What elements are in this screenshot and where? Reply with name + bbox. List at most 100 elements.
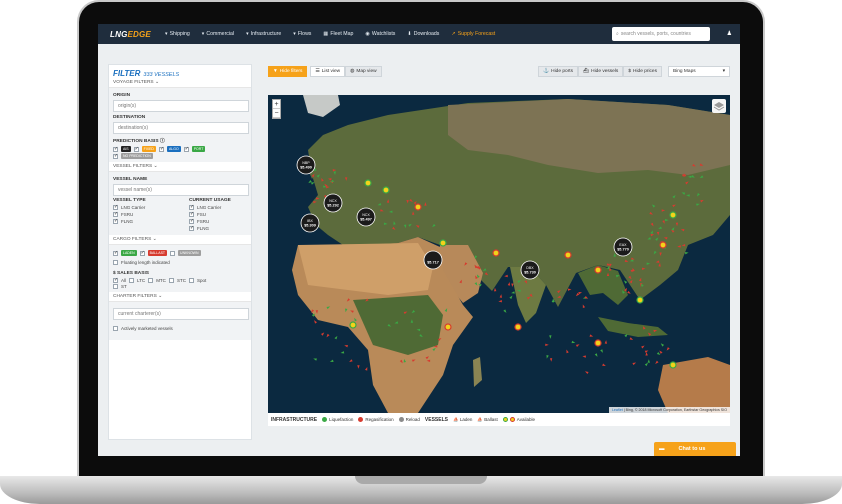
voyage-filters-group: ORIGIN origin(s) DESTINATION destination… [109, 88, 251, 162]
nav-watchlists[interactable]: ◉ Watchlists [365, 31, 395, 37]
vessel-count: 333 VESSELS [143, 72, 180, 78]
price-bubble: $5.717 [423, 250, 443, 270]
nav-infrastructure[interactable]: ▾ Infrastructure [246, 31, 281, 37]
cargo-laden-checkbox[interactable] [113, 250, 118, 256]
usage-fsu[interactable]: FSU [189, 211, 247, 217]
tag-fixed: FIXED [141, 146, 156, 152]
map-source-select[interactable]: Bing Maps ▾ [668, 65, 730, 77]
vessel-marker [493, 287, 497, 292]
prediction-ais-checkbox[interactable] [113, 146, 118, 152]
vessel-marker [509, 295, 513, 300]
checkbox[interactable] [113, 211, 118, 217]
usage-flng[interactable]: FLNG [189, 225, 247, 231]
vessel-name-input[interactable]: vessel name(s) [113, 184, 249, 196]
vessel-marker [503, 309, 507, 313]
vessel-marker [498, 300, 502, 303]
checkbox[interactable] [189, 218, 194, 224]
hide-ports-button[interactable]: ⚓ Hide ports [538, 65, 579, 77]
sales-all-checkbox[interactable] [113, 277, 118, 283]
floating-length-row[interactable]: Floating length indicated [113, 260, 247, 265]
price-bubble-value: $5.717 [427, 261, 439, 265]
tag-ballast: BALLAST [147, 250, 168, 256]
hide-filters-button[interactable]: ▼ Hide filters [268, 65, 308, 77]
vessel-marker [340, 351, 345, 354]
legend-ballast: ⛵ Ballast [477, 416, 498, 422]
vessel-marker [582, 304, 586, 309]
nav-commercial[interactable]: ▾ Commercial [202, 31, 234, 37]
tag-algo: ALGO [166, 146, 181, 152]
sales-stc-checkbox[interactable] [168, 278, 174, 283]
cargo-filters-toggle[interactable]: CARGO FILTERS ⌄ [109, 235, 251, 245]
nav-downloads[interactable]: ⬇ Downloads [407, 31, 439, 37]
zoom-out-button[interactable]: − [273, 109, 280, 118]
fleet-map[interactable]: NBP $5.490 NCX $5.292 NCX $5.497 IBX $5.309 $5.7… [268, 95, 730, 413]
brand-logo[interactable]: LNGEDGE [110, 30, 151, 39]
charterer-input[interactable]: current charterer(s) [113, 308, 249, 320]
prediction-none-checkbox[interactable] [113, 153, 118, 159]
list-view-button[interactable]: ☰ List view [310, 65, 346, 77]
vessel-marker [578, 292, 583, 295]
sales-ltc-checkbox[interactable] [129, 278, 135, 283]
vessel-marker [499, 294, 503, 298]
actively-marketed-row[interactable]: Actively marketed vessels [113, 326, 247, 331]
vessel-marker [326, 333, 330, 338]
port-marker [669, 211, 677, 219]
vessel-filters-toggle[interactable]: VESSEL FILTERS ⌄ [109, 162, 251, 172]
leaflet-link[interactable]: Leaflet [612, 408, 623, 412]
map-canvas: NBP$5.490NCX$5.292NCX$5.497IBX$5.309$5.7… [292, 95, 730, 413]
nav-fleet-map[interactable]: ▦ Fleet Map [323, 31, 353, 37]
cargo-unknown-checkbox[interactable] [170, 250, 176, 256]
legend-liquefaction: Liquefaction [322, 417, 353, 423]
cargo-ballast-checkbox[interactable] [139, 250, 145, 256]
map-view-button[interactable]: ◍ Map view [345, 65, 382, 77]
checkbox[interactable] [113, 218, 118, 224]
tag-port: PORT [191, 146, 206, 152]
checkbox[interactable] [189, 211, 194, 217]
search-input[interactable]: ⌕ search vessels, ports, countries [612, 27, 710, 41]
nav-supply-forecast[interactable]: ↗ Supply Forecast [451, 31, 495, 37]
vessel-marker [604, 340, 608, 344]
view-toggle: ☰ List view ◍ Map view [310, 65, 382, 77]
nav-flows[interactable]: ▾ Flows [293, 31, 311, 37]
voyage-filters-toggle[interactable]: VOYAGE FILTERS ⌄ [109, 78, 251, 88]
vessel-type-flng[interactable]: FLNG [113, 218, 171, 224]
prediction-fixed-checkbox[interactable] [133, 146, 139, 152]
prediction-algo-checkbox[interactable] [158, 146, 164, 152]
checkbox[interactable] [189, 225, 194, 231]
checkbox[interactable] [113, 204, 118, 210]
layers-icon[interactable] [712, 99, 726, 113]
anchor-icon: ⚓ [543, 68, 550, 74]
usage-lng[interactable]: LNG Carrier [189, 204, 247, 210]
vessel-filters-group: VESSEL NAME vessel name(s) VESSEL TYPE L… [109, 172, 251, 235]
zoom-in-button[interactable]: + [273, 100, 280, 109]
chevron-down-icon: ⌄ [158, 294, 163, 299]
usage-fsru[interactable]: FSRU [189, 218, 247, 224]
vessel-type-fsru[interactable]: FSRU [113, 211, 171, 217]
tag-unknown: UNKNOWN [178, 250, 201, 256]
nav-shipping[interactable]: ▾ Shipping [165, 31, 190, 37]
prediction-port-checkbox[interactable] [183, 146, 189, 152]
vessel-marker [623, 280, 628, 284]
checkbox[interactable] [189, 204, 194, 210]
port-marker [382, 186, 390, 194]
hide-vessels-button[interactable]: ⛴ Hide vessels [578, 65, 624, 77]
chevron-down-icon: ⌄ [152, 237, 157, 242]
checkbox[interactable] [113, 260, 118, 265]
vessel-marker [571, 340, 576, 344]
vessel-marker [575, 344, 580, 347]
price-bubble-label: DBX [526, 266, 534, 270]
origin-input[interactable]: origin(s) [113, 100, 249, 112]
port-marker [594, 266, 602, 274]
vessel-type-lng[interactable]: LNG Carrier [113, 204, 171, 210]
user-icon[interactable]: ♟ [727, 30, 732, 37]
checkbox[interactable] [113, 326, 118, 331]
charter-filters-toggle[interactable]: CHARTER FILTERS ⌄ [109, 292, 251, 302]
destination-input[interactable]: destination(s) [113, 122, 249, 134]
sales-st-checkbox[interactable] [113, 284, 118, 289]
sales-spot-checkbox[interactable] [188, 278, 194, 283]
vessel-marker [660, 343, 665, 347]
sales-mtc-checkbox[interactable] [148, 278, 154, 283]
chat-button[interactable]: ▬ Chat to us [654, 442, 736, 456]
infrastructure-legend-title: INFRASTRUCTURE [271, 416, 318, 423]
hide-prices-button[interactable]: $ Hide prices [623, 65, 662, 77]
